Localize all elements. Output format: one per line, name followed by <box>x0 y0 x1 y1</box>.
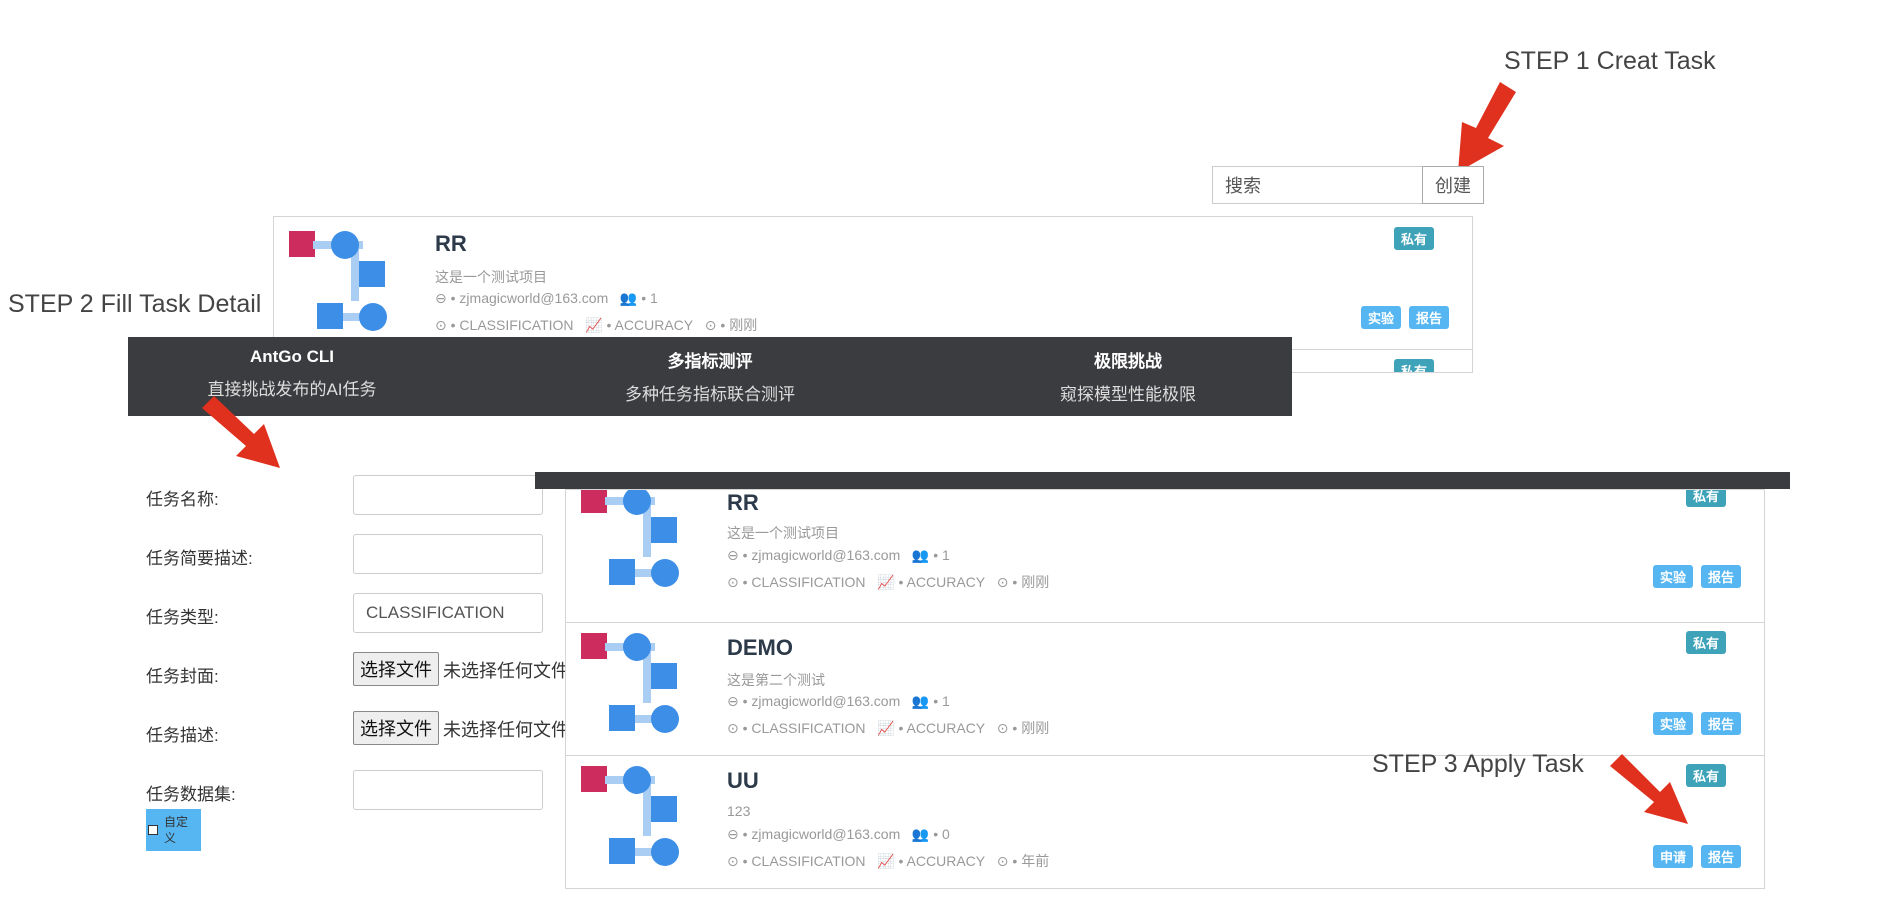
project-logo-icon <box>581 633 681 738</box>
project-desc: 这是第二个测试 <box>727 672 825 688</box>
desc-file-status: 未选择任何文件 <box>443 720 569 740</box>
members-icon: 👥 <box>911 826 930 842</box>
apply-badge[interactable]: 申请 <box>1653 845 1694 868</box>
project-list: RR 这是一个测试项目 ⊖ • zjmagicworld@163.com 👥 •… <box>565 489 1765 889</box>
project-tags: ⊙ • CLASSIFICATION 📈 • ACCURACY ⊙ • 年前 <box>727 853 1050 869</box>
report-badge[interactable]: 报告 <box>1701 565 1742 588</box>
task-cover-label: 任务封面: <box>146 667 219 686</box>
step3-arrow-icon <box>1610 754 1688 824</box>
step3-label: STEP 3 Apply Task <box>1372 750 1584 778</box>
step1-arrow-icon <box>1458 82 1516 172</box>
project-owner: ⊖ • zjmagicworld@163.com 👥 • 1 <box>727 693 950 709</box>
private-badge: 私有 <box>1686 631 1727 654</box>
feature-banner: AntGo CLI 直接挑战发布的AI任务 多指标测评 多种任务指标联合测评 极… <box>128 337 1292 416</box>
project-desc: 这是一个测试项目 <box>727 525 839 541</box>
user-icon: ⊖ <box>727 547 739 563</box>
step1-label: STEP 1 Creat Task <box>1504 47 1716 75</box>
create-button[interactable]: 创建 <box>1422 166 1484 204</box>
task-brief-input[interactable] <box>353 534 543 574</box>
feature-extreme-challenge: 极限挑战 窥探模型性能极限 <box>1060 352 1196 404</box>
project-title[interactable]: DEMO <box>727 635 793 661</box>
task-dataset-input[interactable] <box>353 770 543 810</box>
question-icon: ⊙ <box>727 853 739 869</box>
project-tags: ⊙ • CLASSIFICATION 📈 • ACCURACY ⊙ • 刚刚 <box>727 720 1050 736</box>
custom-label: 自定义 <box>164 815 189 845</box>
user-icon: ⊖ <box>727 826 739 842</box>
experiment-badge[interactable]: 实验 <box>1653 565 1694 588</box>
task-type-select[interactable]: CLASSIFICATION <box>353 593 543 633</box>
report-badge[interactable]: 报告 <box>1701 845 1742 868</box>
task-dataset-label: 任务数据集: <box>146 785 236 804</box>
project-card[interactable]: RR 这是一个测试项目 ⊖ • zjmagicworld@163.com 👥 •… <box>565 489 1765 623</box>
chart-icon: 📈 <box>877 720 895 736</box>
private-badge: 私有 <box>1394 227 1435 250</box>
private-badge: 私有 <box>1686 490 1727 507</box>
user-icon: ⊖ <box>727 693 739 709</box>
question-icon: ⊙ <box>727 574 739 590</box>
navbar-strip <box>535 472 1790 489</box>
private-badge: 私有 <box>1394 359 1435 372</box>
task-desc-label: 任务描述: <box>146 726 219 745</box>
experiment-badge[interactable]: 实验 <box>1361 306 1402 329</box>
chart-icon: 📈 <box>877 574 895 590</box>
members-icon: 👥 <box>911 693 930 709</box>
members-icon: 👥 <box>619 290 638 306</box>
step2-label: STEP 2 Fill Task Detail <box>8 290 262 318</box>
project-tags: ⊙ • CLASSIFICATION 📈 • ACCURACY ⊙ • 刚刚 <box>727 574 1050 590</box>
project-title[interactable]: UU <box>727 768 759 794</box>
project-logo-icon <box>581 766 681 871</box>
project-card[interactable]: DEMO 这是第二个测试 ⊖ • zjmagicworld@163.com 👥 … <box>565 622 1765 756</box>
custom-dataset-toggle[interactable]: 自定义 <box>146 809 201 851</box>
project-title[interactable]: RR <box>435 231 467 257</box>
feature-multi-metric: 多指标测评 多种任务指标联合测评 <box>625 352 795 404</box>
experiment-badge[interactable]: 实验 <box>1653 712 1694 735</box>
cover-file-status: 未选择任何文件 <box>443 661 569 681</box>
search-input[interactable]: 搜索 <box>1212 166 1422 204</box>
step2-arrow-icon <box>202 396 280 468</box>
feature-antgo-cli: AntGo CLI 直接挑战发布的AI任务 <box>207 347 377 399</box>
chart-icon: 📈 <box>585 317 603 333</box>
clock-icon: ⊙ <box>996 853 1009 869</box>
cover-file-button[interactable]: 选择文件 <box>353 652 439 686</box>
clock-icon: ⊙ <box>996 574 1009 590</box>
task-name-label: 任务名称: <box>146 490 219 509</box>
project-owner: ⊖ • zjmagicworld@163.com 👥 • 0 <box>727 826 950 842</box>
custom-checkbox[interactable] <box>148 825 158 835</box>
user-icon: ⊖ <box>435 290 447 306</box>
clock-icon: ⊙ <box>996 720 1009 736</box>
question-icon: ⊙ <box>435 317 447 333</box>
task-type-label: 任务类型: <box>146 608 219 627</box>
project-owner: ⊖ • zjmagicworld@163.com 👥 • 1 <box>727 547 950 563</box>
clock-icon: ⊙ <box>704 317 717 333</box>
project-logo-icon <box>289 231 389 336</box>
report-badge[interactable]: 报告 <box>1701 712 1742 735</box>
members-icon: 👥 <box>911 547 930 563</box>
chart-icon: 📈 <box>877 853 895 869</box>
project-desc: 123 <box>727 803 751 819</box>
project-tags: ⊙ • CLASSIFICATION 📈 • ACCURACY ⊙ • 刚刚 <box>435 317 758 333</box>
desc-file-button[interactable]: 选择文件 <box>353 711 439 745</box>
project-owner: ⊖ • zjmagicworld@163.com 👥 • 1 <box>435 290 658 306</box>
project-desc: 这是一个测试项目 <box>435 269 547 285</box>
project-logo-icon <box>581 490 681 592</box>
task-name-input[interactable] <box>353 475 543 515</box>
task-brief-label: 任务简要描述: <box>146 549 253 568</box>
report-badge[interactable]: 报告 <box>1409 306 1450 329</box>
project-title[interactable]: RR <box>727 490 759 516</box>
project-card[interactable]: UU 123 ⊖ • zjmagicworld@163.com 👥 • 0 ⊙ … <box>565 755 1765 889</box>
question-icon: ⊙ <box>727 720 739 736</box>
